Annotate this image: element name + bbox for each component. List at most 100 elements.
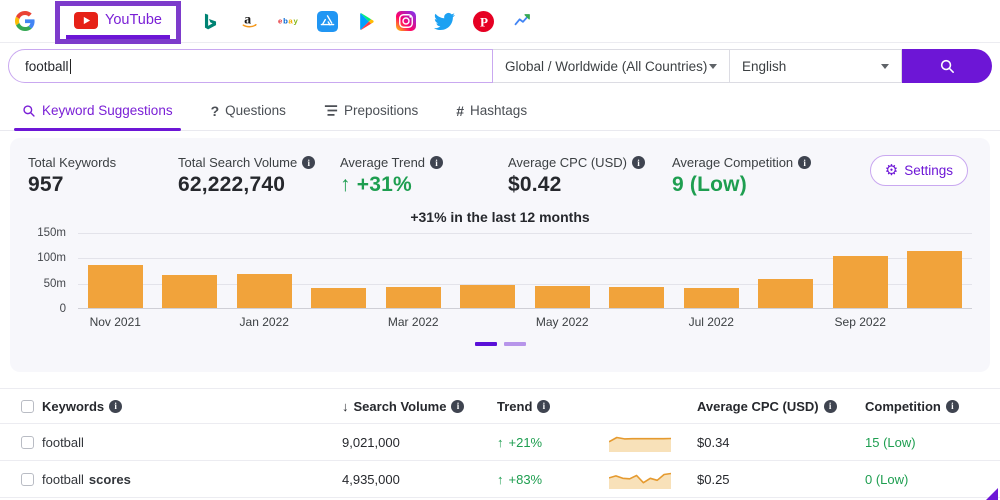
svg-text:b: b: [283, 17, 288, 26]
trend-value: +21%: [508, 434, 543, 450]
cell-keyword[interactable]: football scores: [42, 472, 342, 487]
platform-tab-youtube[interactable]: YouTube: [60, 8, 176, 35]
question-icon: ?: [210, 102, 220, 119]
bar-slot: [823, 233, 898, 308]
instagram-icon[interactable]: [395, 10, 417, 32]
x-tick-label: [898, 315, 973, 329]
stat-value: 62,222,740: [178, 173, 286, 196]
bing-icon[interactable]: [200, 10, 222, 32]
cell-search-volume: 4,935,000: [342, 471, 400, 487]
search-row: football Global / Worldwide (All Countri…: [8, 49, 992, 83]
stat-label: Average Competition i: [672, 155, 842, 170]
trend-bar-chart: 150m 100m 50m 0 Nov 2021 Jan 2022 Mar 2022 May…: [24, 227, 976, 333]
stat-average-cpc-usd-: Average CPC (USD) i $0.42: [508, 155, 672, 197]
bar-oct-2022[interactable]: [907, 251, 963, 308]
google-trends-icon[interactable]: [512, 10, 534, 32]
tab-questions[interactable]: ? Questions: [209, 91, 288, 130]
app-store-icon[interactable]: [317, 10, 339, 32]
info-icon: i: [109, 399, 123, 413]
bar-apr-2022[interactable]: [460, 284, 516, 308]
list-icon: [324, 105, 338, 116]
y-tick-label: 0: [59, 303, 66, 315]
twitter-icon[interactable]: [434, 10, 456, 32]
stat-total-keywords: Total Keywords 957: [28, 155, 178, 197]
column-header-search-volume[interactable]: ↓ Search Volume i: [342, 399, 497, 414]
chart-page-dot-2[interactable]: [503, 342, 526, 346]
bar-aug-2022[interactable]: [758, 279, 814, 308]
chart-plot-area: [78, 233, 972, 309]
row-checkbox[interactable]: [21, 472, 34, 486]
tab-prepositions[interactable]: Prepositions: [322, 91, 420, 130]
bar-may-2022[interactable]: [534, 285, 590, 308]
keyword-text: football: [42, 471, 84, 487]
svg-text:e: e: [278, 17, 283, 26]
bar-jan-2022[interactable]: [236, 274, 292, 308]
bar-sep-2022[interactable]: [832, 255, 888, 308]
search-icon: [940, 59, 954, 73]
column-header-label: Keywords: [42, 398, 105, 414]
tab-label: Keyword Suggestions: [42, 103, 173, 118]
stat-average-competition: Average Competition i 9 (Low): [672, 155, 842, 197]
youtube-highlight-annotation: YouTube: [55, 0, 181, 44]
info-icon: i: [631, 156, 645, 169]
ebay-icon[interactable]: e b a y: [278, 10, 300, 32]
trend-sparkline: [609, 436, 671, 452]
chart-x-axis: Nov 2021 Jan 2022 Mar 2022 May 2022 Jul 2022…: [78, 315, 972, 329]
column-header-trend[interactable]: Trend i: [497, 399, 609, 414]
country-select[interactable]: Global / Worldwide (All Countries): [493, 49, 730, 83]
table-header-row: Keywords i ↓ Search Volume i Trend i Average CP…: [0, 388, 1000, 424]
bar-slot: [674, 233, 749, 308]
stat-value: 9 (Low): [672, 173, 747, 196]
bar-jun-2022[interactable]: [609, 287, 665, 308]
pinterest-icon[interactable]: P: [473, 10, 495, 32]
keywords-table: Keywords i ↓ Search Volume i Trend i Average CP…: [0, 388, 1000, 498]
tab-keyword-suggestions[interactable]: Keyword Suggestions: [14, 91, 181, 131]
language-select[interactable]: English: [730, 49, 902, 83]
bar-nov-2021[interactable]: [87, 264, 143, 308]
keyword-text: football: [42, 434, 84, 450]
google-play-icon[interactable]: [356, 10, 378, 32]
bar-feb-2022[interactable]: [311, 287, 367, 308]
chart-page-dot-1[interactable]: [474, 342, 497, 346]
column-header-cpc[interactable]: Average CPC (USD) i: [697, 399, 865, 414]
bar-slot: [153, 233, 228, 308]
search-button[interactable]: [902, 49, 992, 83]
column-header-keywords[interactable]: Keywords i: [42, 399, 342, 414]
bar-dec-2021[interactable]: [162, 274, 218, 308]
tab-label: Prepositions: [343, 103, 419, 118]
youtube-active-underline: [66, 34, 170, 39]
column-header-competition[interactable]: Competition i: [865, 399, 990, 414]
svg-text:y: y: [294, 17, 299, 26]
bar-slot: [451, 233, 526, 308]
chart-pagination: [10, 342, 990, 346]
bar-jul-2022[interactable]: [683, 288, 739, 308]
select-all-checkbox[interactable]: [21, 399, 34, 413]
tab-label: Hashtags: [470, 103, 528, 118]
search-input[interactable]: football: [8, 49, 493, 83]
chart-y-axis: 150m 100m 50m 0: [24, 227, 72, 315]
country-select-value: Global / Worldwide (All Countries): [505, 58, 708, 74]
svg-text:P: P: [480, 14, 488, 29]
column-header-label: Competition: [865, 398, 941, 414]
google-icon[interactable]: [14, 10, 36, 32]
x-tick-label: Jan 2022: [239, 315, 289, 329]
stat-label-text: Average CPC (USD): [508, 155, 627, 170]
row-checkbox[interactable]: [21, 435, 34, 449]
youtube-icon: [74, 11, 98, 29]
stat-value: ↑ +31%: [340, 173, 412, 196]
cell-sparkline: [609, 469, 697, 489]
info-icon: i: [302, 156, 316, 169]
column-header-label: Average CPC (USD): [697, 398, 819, 414]
x-tick-label: [451, 315, 526, 329]
cell-keyword[interactable]: football: [42, 435, 342, 450]
chevron-down-icon: [881, 63, 889, 69]
amazon-icon[interactable]: a: [239, 10, 261, 32]
result-tabs: Keyword Suggestions ? Questions Preposition…: [0, 91, 1000, 131]
trend-up-icon: ↑: [497, 471, 504, 487]
bar-mar-2022[interactable]: [385, 287, 441, 308]
tab-hashtags[interactable]: # Hashtags: [454, 91, 529, 130]
cell-search-volume: 9,021,000: [342, 434, 400, 450]
bar-slot: [227, 233, 302, 308]
settings-button[interactable]: ⚙ Settings: [869, 155, 968, 186]
table-row: football 9,021,000 ↑ +21% $0.34 15 (Low): [0, 424, 1000, 461]
